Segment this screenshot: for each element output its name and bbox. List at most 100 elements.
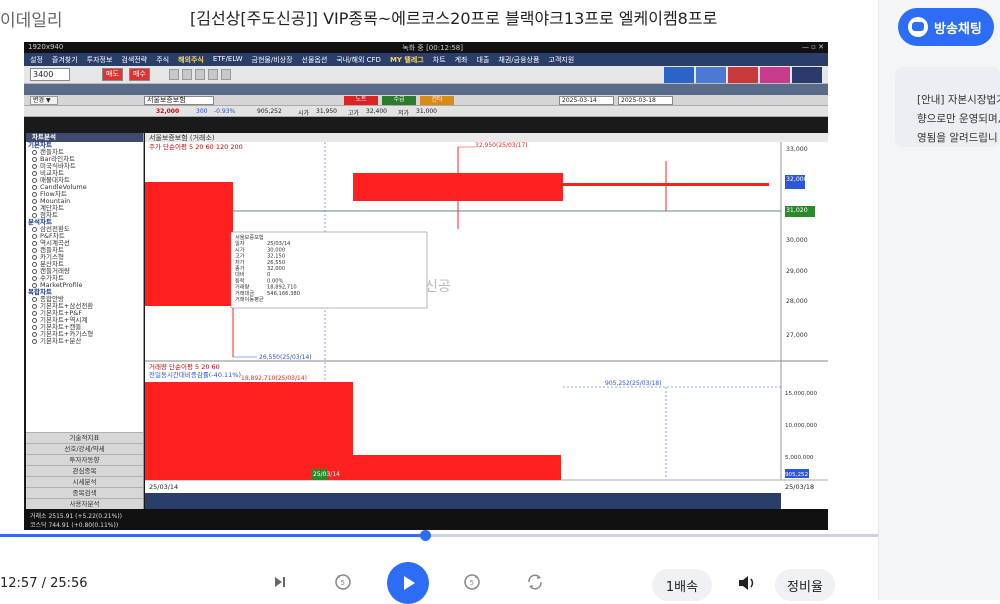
date-from-input[interactable]: 2025-03-14 — [559, 96, 614, 105]
partner-button[interactable] — [728, 67, 758, 83]
menu-item[interactable]: 고객지원 — [548, 55, 574, 64]
radio-icon[interactable] — [32, 164, 37, 169]
chat-icon — [908, 17, 928, 37]
resolution-label: 1920x940 — [28, 43, 64, 51]
partner-button[interactable] — [696, 67, 726, 83]
menu-item[interactable]: 채권/금융상품 — [498, 55, 539, 64]
forward-icon[interactable]: 5 — [463, 573, 481, 591]
toolbar-icon[interactable] — [208, 69, 218, 80]
radio-icon[interactable] — [32, 311, 37, 316]
radio-icon[interactable] — [32, 297, 37, 302]
radio-icon[interactable] — [32, 185, 37, 190]
menu-item[interactable]: 주식 — [156, 55, 169, 64]
broadcast-chat-button[interactable]: 방송채팅 — [898, 8, 994, 46]
radio-icon[interactable] — [32, 234, 37, 239]
menu-item[interactable]: 투자정보 — [87, 55, 113, 64]
candle-body[interactable] — [145, 182, 233, 306]
volume-bar[interactable] — [145, 382, 353, 480]
toolbar-icon[interactable] — [221, 69, 231, 80]
video-player[interactable]: 1920x940 녹화 중 [00:12:58] — ▫ ✕ 설정 즐겨찾기 투… — [24, 42, 828, 530]
date-to-input[interactable]: 2025-03-18 — [618, 96, 673, 105]
radio-icon[interactable] — [32, 262, 37, 267]
radio-icon[interactable] — [32, 157, 37, 162]
y-axis-label: 31,020 — [786, 207, 808, 214]
radio-icon[interactable] — [32, 192, 37, 197]
volume-value: 905,252 — [257, 108, 282, 115]
skip-next-icon[interactable] — [272, 574, 288, 590]
chart-header-bg — [145, 133, 828, 142]
menu-item[interactable]: 즐겨찾기 — [52, 55, 78, 64]
menu-item[interactable]: ETF/ELW — [213, 55, 243, 64]
menu-item[interactable]: 금현물/비상장 — [252, 55, 293, 64]
radio-icon[interactable] — [32, 248, 37, 253]
brand-logo[interactable]: 이데일리 — [0, 6, 63, 31]
menu-item[interactable]: 선물옵션 — [302, 55, 328, 64]
y-axis-area — [781, 142, 828, 509]
radio-icon[interactable] — [32, 325, 37, 330]
radio-icon[interactable] — [32, 332, 37, 337]
y-axis-label: 32,000 — [786, 176, 808, 183]
stock-name-field[interactable]: 서울보증보험 — [144, 96, 214, 105]
radio-icon[interactable] — [32, 255, 37, 260]
radio-icon[interactable] — [32, 339, 37, 344]
rewind-icon[interactable]: 5 — [334, 573, 352, 591]
repeat-icon[interactable] — [526, 573, 544, 591]
candle-body[interactable] — [353, 173, 563, 201]
category-select[interactable]: 변경 ▼ — [30, 96, 58, 105]
notice-line: [안내] 자본시장법기 — [917, 94, 1000, 106]
aspect-ratio-button[interactable]: 정비율 — [775, 569, 835, 601]
stock-chart[interactable]: 서울보증보험 (거래소) 주가 단순이평 5 20 60 120 200 32,… — [145, 133, 828, 509]
radio-icon[interactable] — [32, 178, 37, 183]
sidebar-chart-item[interactable]: 기본차트+분산 — [26, 338, 143, 345]
toolbar-icon[interactable] — [195, 69, 205, 80]
menu-item[interactable]: MY 텔레그 — [390, 55, 424, 64]
partner-button[interactable] — [760, 67, 790, 83]
radio-icon[interactable] — [32, 241, 37, 246]
recording-label: 녹화 중 [00:12:58] — [402, 44, 463, 52]
sidebar-panel-button[interactable]: 관심종목 — [26, 465, 143, 476]
radio-icon[interactable] — [32, 150, 37, 155]
chart-option-button[interactable]: 노트 — [344, 96, 378, 105]
sidebar-panel-button[interactable]: 선호/강세/약세 — [26, 443, 143, 454]
sell-button[interactable]: 매도 — [102, 68, 123, 81]
chart-option-button[interactable]: 건타 — [420, 96, 454, 105]
radio-icon[interactable] — [32, 276, 37, 281]
volume-bar[interactable] — [353, 455, 561, 480]
radio-icon[interactable] — [32, 269, 37, 274]
partner-button[interactable] — [664, 67, 694, 83]
radio-icon[interactable] — [32, 318, 37, 323]
radio-icon[interactable] — [32, 227, 37, 232]
menu-item[interactable]: 설정 — [30, 55, 43, 64]
tooltip-key: 고가 — [235, 252, 245, 260]
speed-button[interactable]: 1배속 — [652, 569, 712, 601]
radio-icon[interactable] — [32, 206, 37, 211]
menu-item[interactable]: 국내/해외 CFD — [336, 55, 381, 64]
screen-code-input[interactable]: 3400 — [30, 68, 70, 81]
radio-icon[interactable] — [32, 171, 37, 176]
volume-icon[interactable] — [736, 573, 758, 593]
play-button[interactable] — [387, 562, 429, 604]
menu-item[interactable]: 검색전략 — [121, 55, 147, 64]
chart-scroll-bar[interactable] — [145, 493, 781, 509]
progress-knob[interactable] — [419, 530, 431, 541]
menu-item[interactable]: 계좌 — [455, 55, 468, 64]
sidebar-list: 종합안방 기본차트+삼선전환 기본차트+P&F 기본차트+역시계 기본차트+캔들 기본차트… — [26, 296, 143, 345]
sidebar-panel-button[interactable]: 사용자분석 — [26, 498, 143, 509]
toolbar-icon[interactable] — [169, 69, 179, 80]
radio-icon[interactable] — [32, 199, 37, 204]
buy-button[interactable]: 매수 — [129, 68, 150, 81]
menu-item[interactable]: 해외주식 — [178, 55, 204, 64]
sidebar-panel-button[interactable]: 기술적지표 — [26, 432, 143, 443]
sidebar-panel-button[interactable]: 시세분석 — [26, 476, 143, 487]
sidebar-panel-button[interactable]: 투자자동향 — [26, 454, 143, 465]
chart-option-button[interactable]: 수급 — [382, 96, 416, 105]
tooltip-key: 저가 — [235, 258, 245, 266]
tooltip-value: 0 — [267, 272, 270, 278]
radio-icon[interactable] — [32, 304, 37, 309]
menu-item[interactable]: 대출 — [477, 55, 490, 64]
progress-bar[interactable] — [0, 530, 878, 541]
partner-button[interactable] — [792, 67, 822, 83]
toolbar-icon[interactable] — [182, 69, 192, 80]
sidebar-panel-button[interactable]: 종목검색 — [26, 487, 143, 498]
menu-item[interactable]: 차트 — [433, 55, 446, 64]
